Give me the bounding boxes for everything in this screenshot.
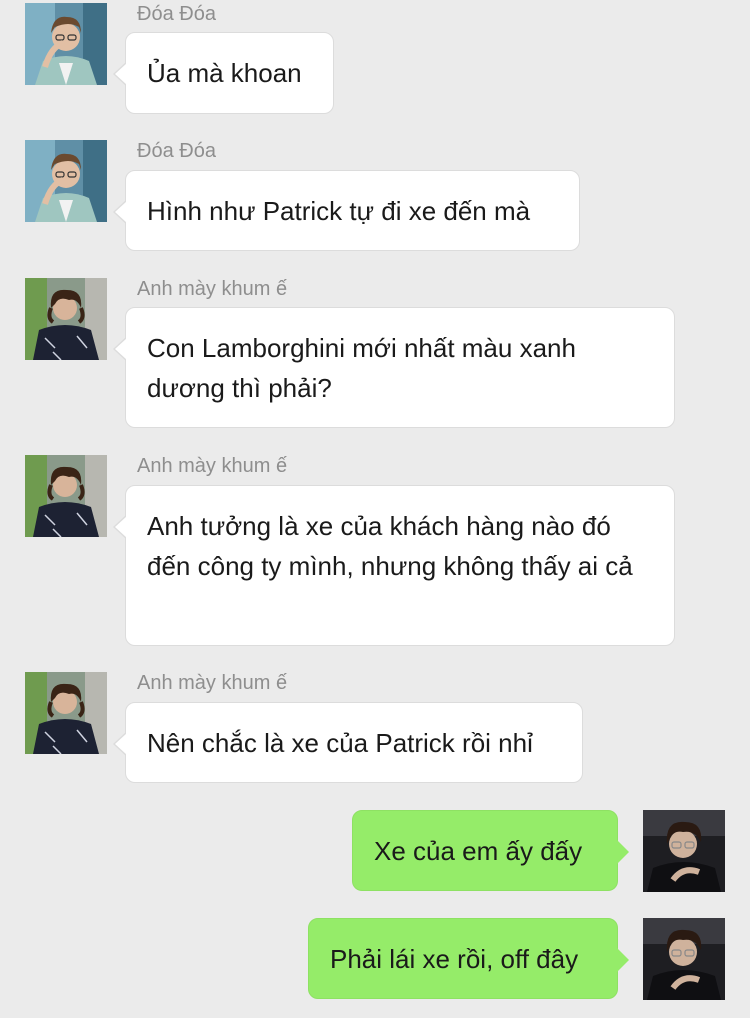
message-outgoing: Xe của em ấy đấy: [0, 806, 750, 906]
message-incoming: Đóa Đóa Ủa mà khoan: [0, 0, 750, 120]
message-bubble[interactable]: Phải lái xe rồi, off đây: [308, 918, 629, 999]
message-incoming: Anh mày khum ế Nên chắc là xe của Patric…: [0, 669, 750, 789]
avatar-doa-doa[interactable]: [25, 140, 107, 222]
message-bubble[interactable]: Nên chắc là xe của Patrick rồi nhỉ: [113, 702, 583, 783]
sender-name: Đóa Đóa: [137, 3, 216, 25]
message-incoming: Anh mày khum ế Anh tưởng là xe của khách…: [0, 452, 750, 652]
sender-name: Anh mày khum ế: [137, 278, 288, 300]
message-bubble[interactable]: Anh tưởng là xe của khách hàng nào đó đế…: [113, 485, 675, 646]
message-incoming: Đóa Đóa Hình như Patrick tự đi xe đến mà: [0, 137, 750, 257]
avatar-self[interactable]: [643, 810, 725, 892]
message-outgoing: Phải lái xe rồi, off đây: [0, 914, 750, 1014]
avatar-anh-may[interactable]: [25, 455, 107, 537]
sender-name: Anh mày khum ế: [137, 672, 288, 694]
avatar-self[interactable]: [643, 918, 725, 1000]
message-bubble[interactable]: Xe của em ấy đấy: [352, 810, 629, 891]
message-incoming: Anh mày khum ế Con Lamborghini mới nhất …: [0, 275, 750, 435]
avatar-anh-may[interactable]: [25, 672, 107, 754]
avatar-doa-doa[interactable]: [25, 3, 107, 85]
chat-message-list: Đóa Đóa Ủa mà khoan Đóa Đóa Hình như Pat…: [0, 0, 750, 1018]
message-bubble[interactable]: Ủa mà khoan: [113, 32, 334, 114]
message-bubble[interactable]: Con Lamborghini mới nhất màu xanh dương …: [113, 307, 675, 428]
sender-name: Anh mày khum ế: [137, 455, 288, 477]
sender-name: Đóa Đóa: [137, 140, 216, 162]
avatar-anh-may[interactable]: [25, 278, 107, 360]
message-bubble[interactable]: Hình như Patrick tự đi xe đến mà: [113, 170, 580, 251]
